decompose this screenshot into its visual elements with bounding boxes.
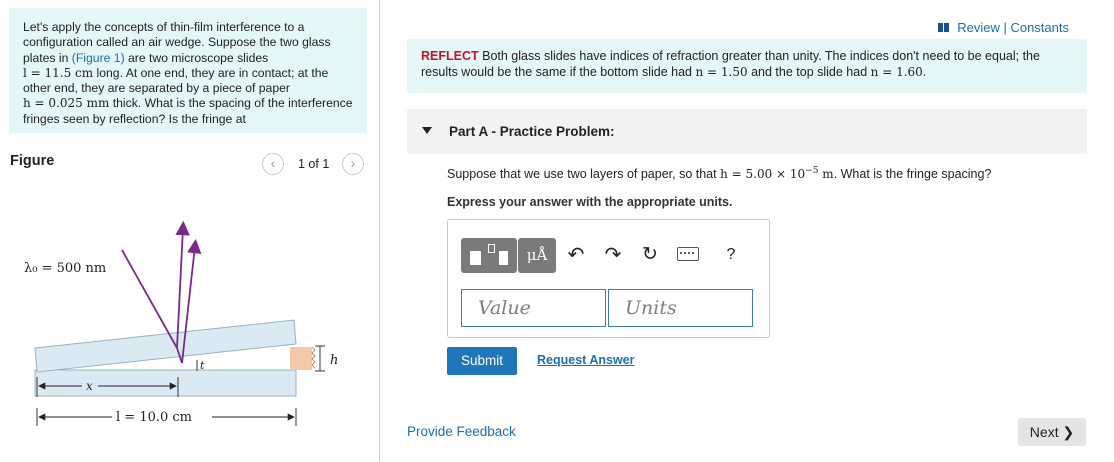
reflected-ray-1 [175,220,190,349]
part-a-header[interactable]: Part A - Practice Problem: [407,109,1087,154]
h-value-exponent: −5 [805,166,819,176]
express-instruction: Express your answer with the appropriate… [447,195,733,209]
request-answer-link[interactable]: Request Answer [537,353,634,367]
n-top-math: n = 1.60 [870,65,923,79]
template-block-icon-2 [499,251,508,265]
caret-down-icon [422,127,432,134]
h-value-math: h = 5.00 × 10−5 m [720,166,834,181]
question-lead: Suppose that we use two layers of paper,… [447,167,717,181]
value-input[interactable]: Value [461,289,606,327]
reflect-box: REFLECT Both glass slides have indices o… [407,39,1087,93]
paper-spacer [290,347,312,370]
thickness-math: h = 0.025 mm [23,96,110,111]
problem-mid-text: are two microscope slides [128,50,269,65]
h-label: h [330,353,338,368]
incident-ray [121,249,178,349]
previous-figure-button[interactable]: ‹ [262,153,284,175]
problem-statement: Let's apply the concepts of thin-film in… [9,8,367,133]
bottom-glass-slide [34,369,297,397]
right-panel: Review | Constants REFLECT Both glass sl… [381,0,1114,462]
figure-page-count: 1 of 1 [298,157,330,171]
redo-icon[interactable]: ↷ [600,242,626,268]
figure-title: Figure [10,153,55,169]
units-input[interactable]: Units [608,289,753,327]
part-a-title: Part A - Practice Problem: [449,124,615,139]
book-icon [938,22,950,33]
x-label: x [86,379,93,393]
length-math: l = 11.5 cm [23,65,94,80]
reflect-and-text: and the top slide had [751,65,868,79]
chevron-right-icon: › [350,155,356,171]
review-constants-label: Review | Constants [957,20,1069,35]
templates-button[interactable] [461,238,517,273]
t-label: t [200,359,205,372]
left-panel: Let's apply the concepts of thin-film in… [0,0,380,462]
keyboard-icon[interactable] [677,247,699,261]
chevron-left-icon: ‹ [270,155,276,171]
next-button[interactable]: Next ❯ [1018,418,1086,446]
figure-link[interactable]: (Figure 1) [72,51,125,65]
submit-button[interactable]: Submit [447,347,517,375]
figure-header: Figure ‹ 1 of 1 › [10,152,370,180]
reset-icon[interactable]: ↻ [637,242,663,268]
review-constants-link[interactable]: Review | Constants [938,20,1069,35]
wavelength-label: λ₀ = 500 nm [24,261,106,276]
provide-feedback-link[interactable]: Provide Feedback [407,424,516,439]
template-block-icon [470,251,481,265]
length-label: l = 10.0 cm [116,410,192,425]
template-box-icon [488,244,495,253]
h-value-unit: m [818,167,834,181]
reflect-label: REFLECT [421,49,479,63]
question-end: . What is the fringe spacing? [833,167,992,181]
question-text: Suppose that we use two layers of paper,… [447,166,991,181]
help-button[interactable]: ? [718,242,744,268]
units-symbol-button[interactable]: μÅ [518,238,556,273]
n-bottom-math: n = 1.50 [695,65,748,79]
reflect-end: . [922,65,927,79]
answer-box: μÅ ↶ ↷ ↻ ? Value Units [447,219,770,338]
air-wedge-figure: λ₀ = 500 nm t h x l = 10.0 cm [24,220,338,426]
next-figure-button[interactable]: › [342,153,364,175]
paper-torn-edge [311,346,316,369]
undo-icon[interactable]: ↶ [563,242,589,268]
h-value-base: h = 5.00 × 10 [720,167,806,181]
